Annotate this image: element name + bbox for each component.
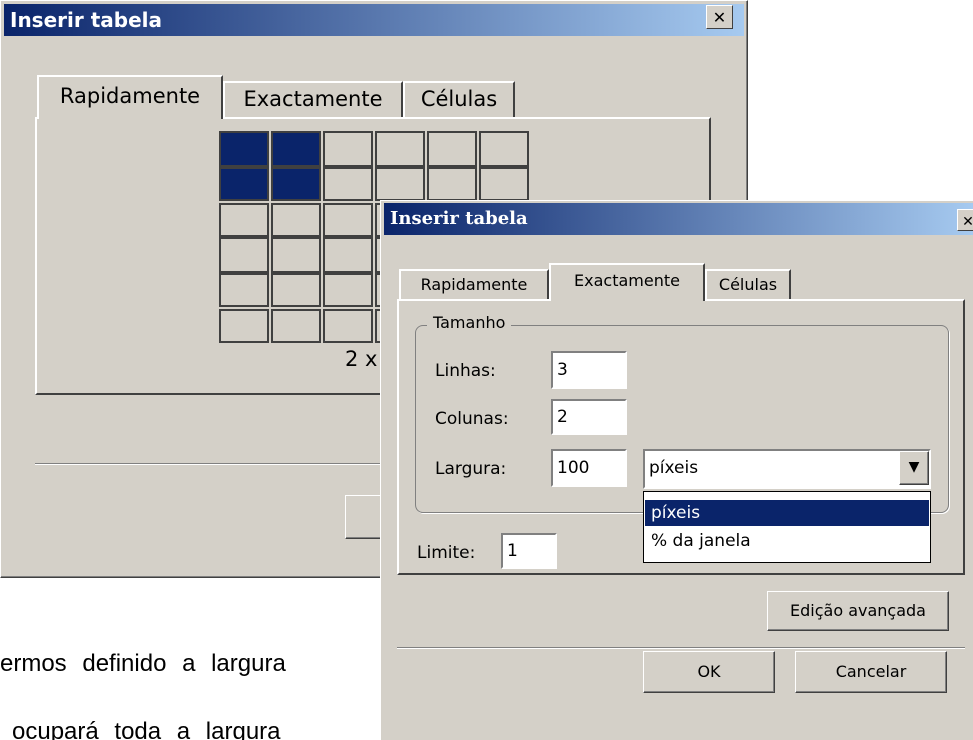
colunas-label: Colunas: — [435, 409, 509, 429]
tab-label: Rapidamente — [59, 84, 201, 108]
tab-label: Células — [718, 275, 778, 294]
tab-celulas[interactable]: Células — [705, 269, 791, 299]
tab-label: Exactamente — [574, 271, 680, 290]
tab-label: Exactamente — [243, 87, 383, 111]
body-text-line-2: ocupará toda a largura — [12, 718, 281, 740]
grid-cell[interactable] — [375, 167, 425, 201]
cancel-button[interactable]: Cancelar — [795, 651, 947, 693]
grid-cell[interactable] — [271, 309, 321, 343]
grid-cell[interactable] — [323, 167, 373, 201]
grid-cell[interactable] — [427, 167, 477, 201]
close-button[interactable]: ✕ — [957, 209, 973, 231]
grid-cell[interactable] — [219, 131, 269, 167]
title-bar: Inserir tabela — [384, 203, 973, 235]
grid-cell[interactable] — [375, 131, 425, 167]
grid-cell[interactable] — [271, 237, 321, 273]
grid-cell[interactable] — [427, 131, 477, 167]
dropdown-button[interactable]: ▼ — [899, 451, 929, 485]
linhas-label: Linhas: — [435, 361, 496, 381]
grid-cell[interactable] — [271, 203, 321, 237]
colunas-input[interactable] — [551, 399, 627, 435]
ok-button[interactable]: OK — [643, 651, 775, 693]
close-icon: ✕ — [962, 214, 973, 230]
dialog-title: Inserir tabela — [10, 8, 162, 32]
linhas-input[interactable] — [551, 351, 627, 389]
grid-cell[interactable] — [323, 131, 373, 167]
title-bar: Inserir tabela — [4, 4, 744, 36]
body-text-line-1: ermos definido a largura — [0, 650, 286, 677]
dropdown-option[interactable]: % da janela — [645, 528, 929, 554]
grid-cell[interactable] — [271, 131, 321, 167]
separator — [397, 647, 965, 649]
dropdown-option[interactable]: píxeis — [645, 500, 929, 526]
limite-input[interactable] — [501, 533, 557, 569]
grid-cell[interactable] — [479, 167, 529, 201]
close-button[interactable]: ✕ — [706, 5, 733, 29]
insert-table-dialog-front: Inserir tabela ✕ Rapidamente Exactamente… — [380, 200, 973, 740]
largura-input[interactable] — [551, 449, 627, 487]
tab-exactamente[interactable]: Exactamente — [549, 263, 705, 301]
chevron-down-icon: ▼ — [908, 459, 920, 475]
grid-cell[interactable] — [271, 273, 321, 307]
grid-cell[interactable] — [219, 203, 269, 237]
grid-cell[interactable] — [479, 131, 529, 167]
grid-size-label: 2 x — [345, 347, 378, 371]
largura-label: Largura: — [435, 459, 507, 479]
grid-cell[interactable] — [323, 273, 373, 307]
limite-label: Limite: — [417, 543, 476, 563]
tab-rapidamente[interactable]: Rapidamente — [399, 269, 549, 299]
tab-rapidamente[interactable]: Rapidamente — [37, 75, 223, 119]
unit-dropdown-list: píxeis % da janela — [643, 491, 931, 563]
grid-cell[interactable] — [219, 273, 269, 307]
tab-label: Rapidamente — [420, 275, 528, 294]
edicao-avancada-button[interactable]: Edição avançada — [767, 591, 949, 631]
grid-cell[interactable] — [219, 309, 269, 343]
dialog-title: Inserir tabela — [390, 208, 528, 229]
grid-cell[interactable] — [271, 167, 321, 201]
tab-label: Células — [420, 87, 498, 111]
grid-cell[interactable] — [323, 309, 373, 343]
unit-select[interactable]: píxeis ▼ — [643, 449, 931, 489]
close-icon: ✕ — [712, 8, 727, 27]
grid-cell[interactable] — [219, 167, 269, 201]
grid-cell[interactable] — [323, 237, 373, 273]
tab-exactamente[interactable]: Exactamente — [223, 81, 403, 117]
tab-celulas[interactable]: Células — [403, 81, 515, 117]
unit-selected-value: píxeis — [649, 458, 699, 478]
group-title: Tamanho — [427, 313, 512, 332]
grid-cell[interactable] — [323, 203, 373, 237]
grid-cell[interactable] — [219, 237, 269, 273]
